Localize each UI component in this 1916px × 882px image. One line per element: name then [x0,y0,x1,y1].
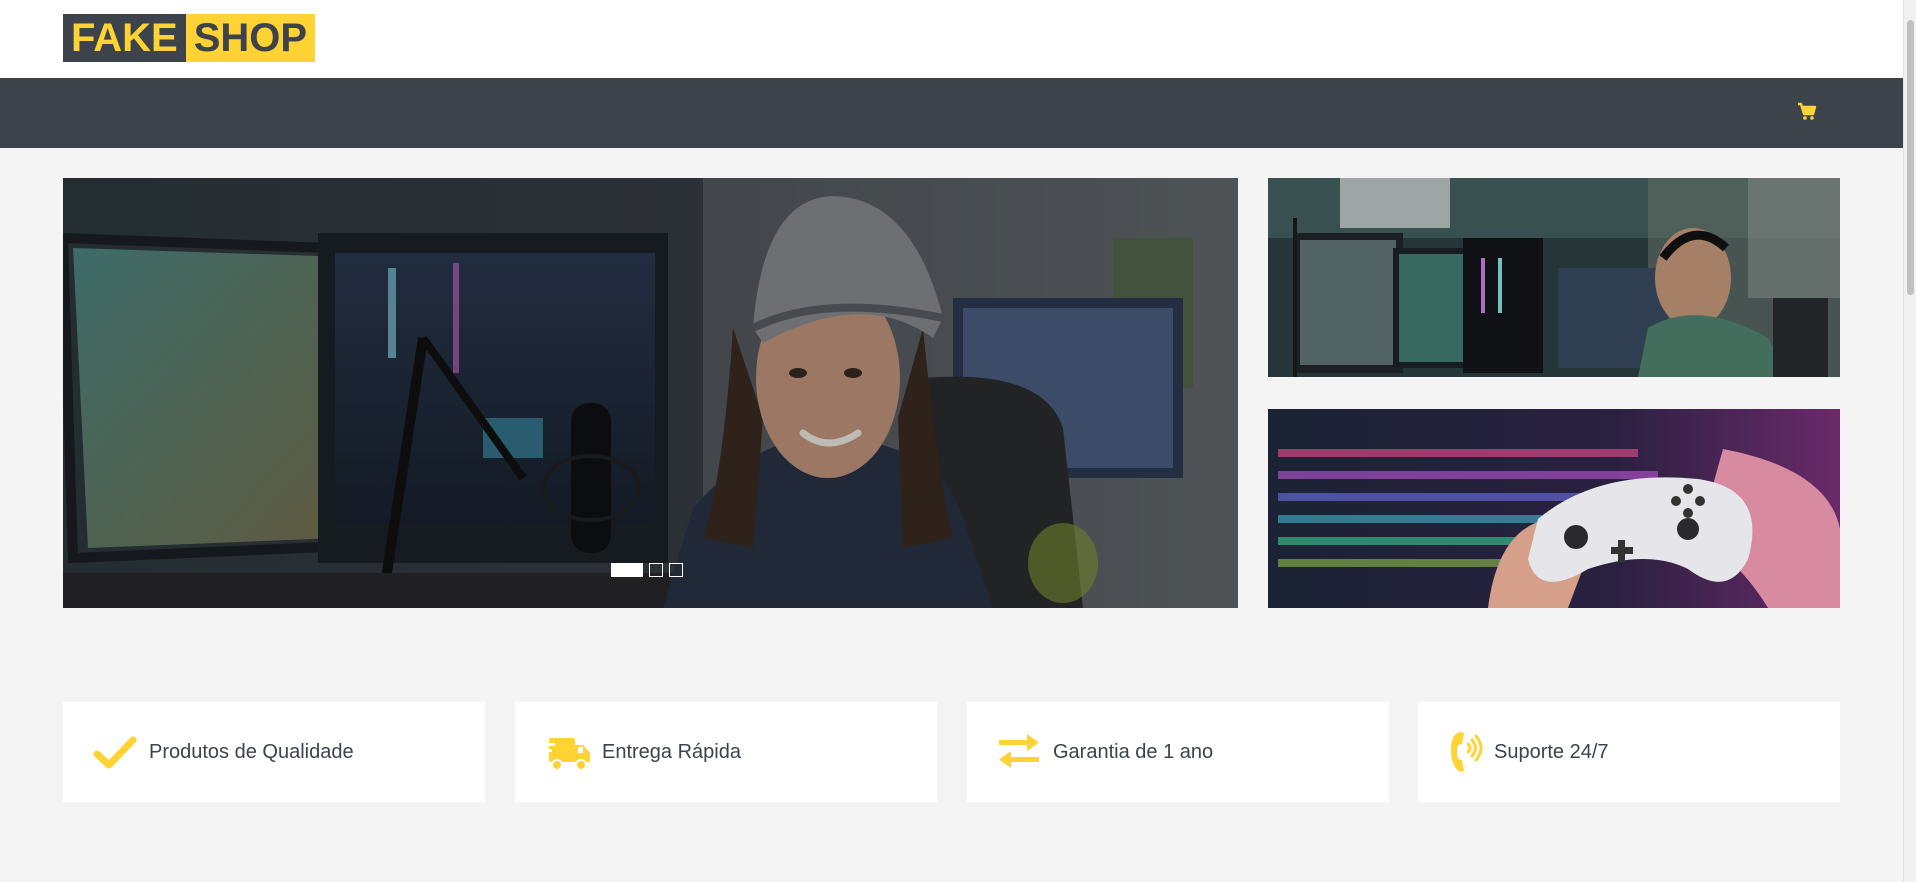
feature-warranty: Garantia de 1 ano [967,702,1389,802]
scrollbar-thumb[interactable] [1907,20,1914,295]
feature-support-label: Suporte 24/7 [1494,741,1609,763]
feature-warranty-label: Garantia de 1 ano [1053,741,1214,763]
feature-quality: Produtos de Qualidade [63,702,485,802]
carousel-indicator-3[interactable] [669,563,683,577]
feature-delivery-label: Entrega Rápida [602,741,741,763]
feature-delivery: Entrega Rápida [515,702,937,802]
logo-shop-text: SHOP [185,14,316,62]
logo-fake-text: FAKE [63,14,186,62]
carousel-indicator-1[interactable] [611,563,643,577]
feature-support: Suporte 24/7 [1418,702,1840,802]
exchange-arrows-icon [995,728,1043,776]
check-icon [91,728,139,776]
carousel-indicator-2[interactable] [649,563,663,577]
phone-volume-icon [1446,728,1494,776]
shipping-fast-icon [543,728,591,776]
page-scrollbar[interactable] [1903,0,1916,882]
site-logo[interactable]: FAKE SHOP [63,14,316,62]
shopping-cart-icon[interactable] [1796,100,1818,122]
navbar [0,78,1903,148]
promo-banner-gamer[interactable] [1268,178,1840,377]
hero-carousel[interactable] [63,178,1238,608]
carousel-indicators [611,563,683,577]
promo-banner-controller[interactable] [1268,409,1840,608]
feature-quality-label: Produtos de Qualidade [149,741,354,763]
top-header: FAKE SHOP [0,0,1903,78]
